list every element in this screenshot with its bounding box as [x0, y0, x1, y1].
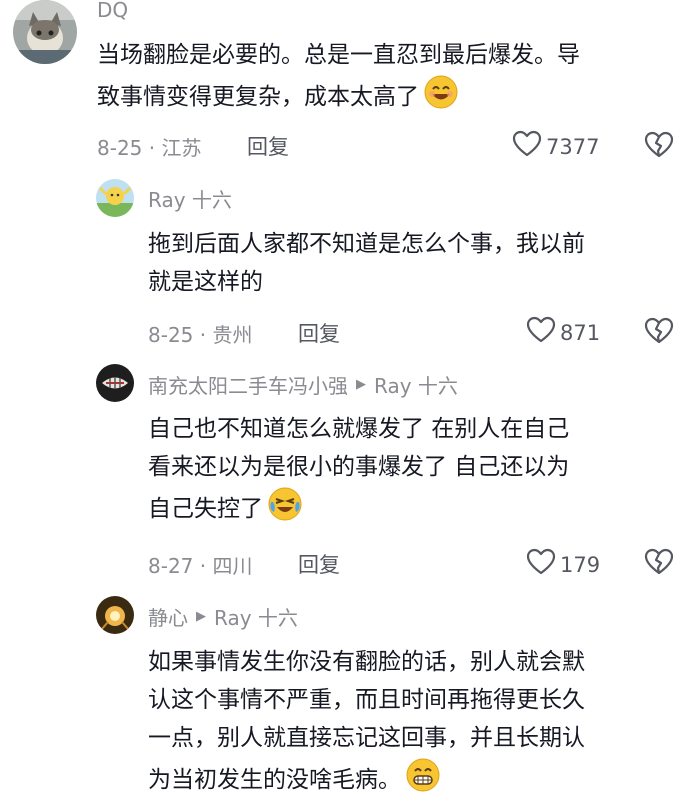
username[interactable]: 静心 ▶ Ray 十六	[148, 602, 298, 631]
username[interactable]: Ray 十六	[148, 184, 232, 213]
heart-icon	[526, 548, 556, 581]
username[interactable]: 南充太阳二手车冯小强 ▶ Ray 十六	[148, 370, 458, 399]
avatar[interactable]	[13, 0, 77, 64]
avatar[interactable]	[96, 179, 134, 217]
comment-line: 致事情变得更复杂，成本太高了	[97, 74, 677, 122]
like-count: 7377	[546, 134, 600, 159]
like-count: 179	[560, 552, 601, 577]
reply-button[interactable]: 回复	[247, 131, 289, 161]
username-label: DQ	[97, 0, 129, 22]
like-button[interactable]: 7377	[512, 130, 599, 163]
dislike-button[interactable]	[644, 548, 674, 580]
like-button[interactable]: 179	[526, 548, 600, 581]
reply-arrow-icon: ▶	[196, 609, 206, 624]
comment-line-text: 为当初发生的没啥毛病。	[148, 767, 401, 793]
broken-heart-icon	[644, 548, 674, 580]
comment-line: 认这个事情不严重，而且时间再拖得更长久	[148, 687, 585, 713]
grin-emoji	[405, 757, 441, 805]
reply-to-label: Ray 十六	[374, 374, 458, 398]
comment-line: 拖到后面人家都不知道是怎么个事，我以前	[148, 231, 585, 257]
username[interactable]: DQ	[97, 0, 128, 22]
username-label: 静心	[148, 606, 188, 630]
comment-meta: 8-25 · 江苏	[97, 136, 202, 160]
comment-line: 看来还以为是很小的事爆发了 自己还以为	[148, 454, 570, 480]
dislike-button[interactable]	[644, 131, 674, 163]
dislike-button[interactable]	[644, 317, 674, 349]
broken-heart-icon	[644, 317, 674, 349]
smile-emoji	[423, 74, 459, 122]
heart-icon	[512, 130, 542, 163]
comment-text: 如果事情发生你没有翻脸的话，别人就会默 认这个事情不严重，而且时间再拖得更长久 …	[148, 643, 678, 805]
comment-line-text: 自己失控了	[148, 496, 263, 522]
reply-arrow-icon: ▶	[356, 377, 366, 392]
comment-text: 自己也不知道怎么就爆发了 在别人在自己 看来还以为是很小的事爆发了 自己还以为 …	[148, 410, 678, 534]
comment-meta: 8-27 · 四川	[148, 554, 253, 578]
reply-to-label: Ray 十六	[214, 606, 298, 630]
comment-line: 自己失控了	[148, 486, 678, 534]
heart-icon	[526, 316, 556, 349]
comment-line-text: 致事情变得更复杂，成本太高了	[97, 84, 419, 110]
username-label: Ray 十六	[148, 188, 232, 212]
username-label: 南充太阳二手车冯小强	[148, 374, 348, 398]
comment-line: 为当初发生的没啥毛病。	[148, 757, 678, 805]
comment-text: 拖到后面人家都不知道是怎么个事，我以前 就是这样的	[148, 225, 678, 301]
avatar[interactable]	[96, 364, 134, 402]
crying-laugh-emoji	[267, 486, 303, 534]
like-button[interactable]: 871	[526, 316, 600, 349]
comment-line: 当场翻脸是必要的。总是一直忍到最后爆发。导	[97, 42, 580, 68]
comment-line: 就是这样的	[148, 269, 263, 295]
comment-line: 一点，别人就直接忘记这回事，并且长期认	[148, 725, 585, 751]
comment-line: 自己也不知道怎么就爆发了 在别人在自己	[148, 416, 570, 442]
comment-text: 当场翻脸是必要的。总是一直忍到最后爆发。导 致事情变得更复杂，成本太高了	[97, 36, 677, 122]
comment-meta: 8-25 · 贵州	[148, 323, 253, 347]
comment-line: 如果事情发生你没有翻脸的话，别人就会默	[148, 649, 585, 675]
reply-button[interactable]: 回复	[298, 318, 340, 348]
like-count: 871	[560, 320, 601, 345]
broken-heart-icon	[644, 131, 674, 163]
reply-button[interactable]: 回复	[298, 549, 340, 579]
avatar[interactable]	[96, 596, 134, 634]
